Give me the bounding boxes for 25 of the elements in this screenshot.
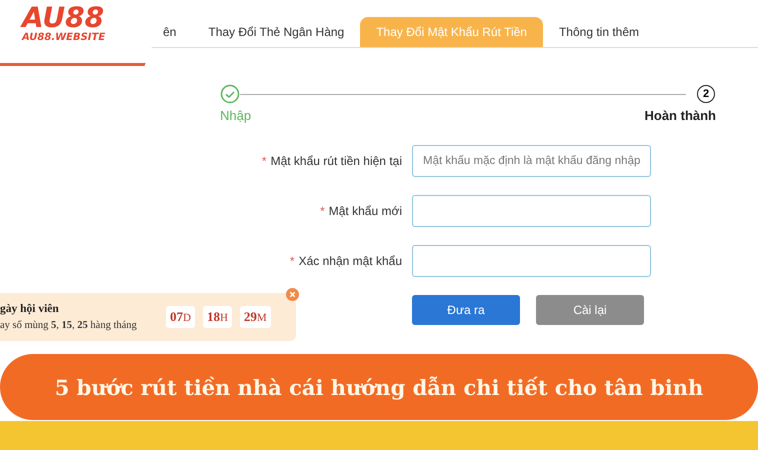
tab[interactable]: Thay Đổi Thẻ Ngân Hàng — [192, 17, 360, 47]
input-field[interactable] — [412, 245, 651, 277]
input-field[interactable]: Mật khẩu mặc định là mật khẩu đăng nhập — [412, 145, 651, 177]
step-label: Hoàn thành — [644, 108, 716, 123]
logo-mark: AU88 — [22, 4, 104, 32]
step-number: 2 — [697, 85, 715, 103]
tab[interactable]: Thông tin thêm — [542, 17, 656, 47]
field-label: * Mật khẩu mới — [319, 204, 402, 218]
countdown-box: 29M — [240, 306, 271, 328]
required-mark: * — [290, 254, 295, 268]
form-button[interactable]: Đưa ra — [412, 295, 520, 325]
tab[interactable]: ên — [163, 17, 192, 47]
close-icon[interactable] — [286, 288, 299, 301]
promo-title: gày hội viên — [0, 303, 60, 315]
required-mark: * — [262, 154, 267, 168]
field-label: * Mật khẩu rút tiền hiện tại — [260, 154, 402, 168]
countdown-box: 07D — [166, 306, 195, 328]
banner-title: 5 bước rút tiền nhà cái hướng dẫn chi tiết cho tân binh — [54, 374, 704, 400]
logo-site: AU88.WEBSITE — [22, 32, 106, 43]
input-field[interactable] — [412, 195, 651, 227]
promo-text: ay số mùng 5, 15, 25 hàng tháng — [0, 320, 138, 331]
countdown-box: 18H — [202, 306, 232, 328]
required-mark: * — [320, 204, 325, 218]
field-label: * Xác nhận mật khẩu — [288, 254, 402, 268]
step-label: Nhập — [220, 108, 252, 123]
